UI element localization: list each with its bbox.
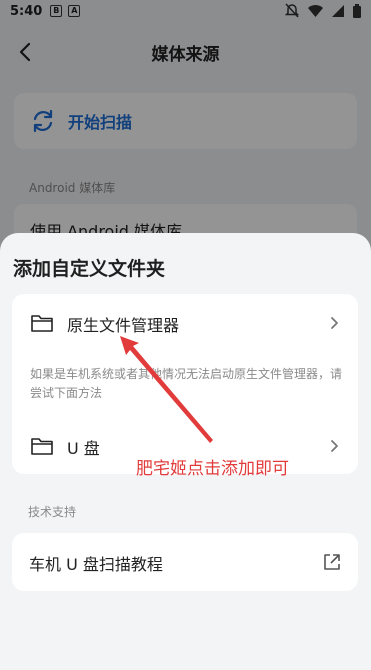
folder-icon — [31, 438, 53, 455]
udisk-tutorial-label: 车机 U 盘扫描教程 — [29, 555, 163, 574]
udisk-label: U 盘 — [67, 439, 100, 458]
chevron-right-icon — [331, 440, 338, 452]
sheet-title: 添加自定义文件夹 — [13, 258, 166, 280]
native-file-manager-label: 原生文件管理器 — [67, 316, 180, 335]
tech-support-section-label: 技术支持 — [28, 505, 77, 519]
folder-icon — [31, 315, 53, 332]
native-file-manager-option[interactable]: 原生文件管理器 — [12, 298, 358, 348]
chevron-right-icon — [331, 317, 338, 329]
fallback-hint: 如果是车机系统或者其他情况无法启动原生文件管理器，请尝试下面方法 — [30, 367, 343, 400]
external-link-icon — [324, 554, 340, 570]
annotation-text: 肥宅姬点击添加即可 — [136, 459, 289, 479]
folder-options-card: 原生文件管理器 如果是车机系统或者其他情况无法启动原生文件管理器，请尝试下面方法… — [12, 294, 358, 474]
udisk-tutorial-link[interactable]: 车机 U 盘扫描教程 — [12, 533, 358, 591]
add-folder-sheet: 添加自定义文件夹 原生文件管理器 如果是车机系统或者其他情况无法启动原生文件管理… — [0, 233, 371, 670]
